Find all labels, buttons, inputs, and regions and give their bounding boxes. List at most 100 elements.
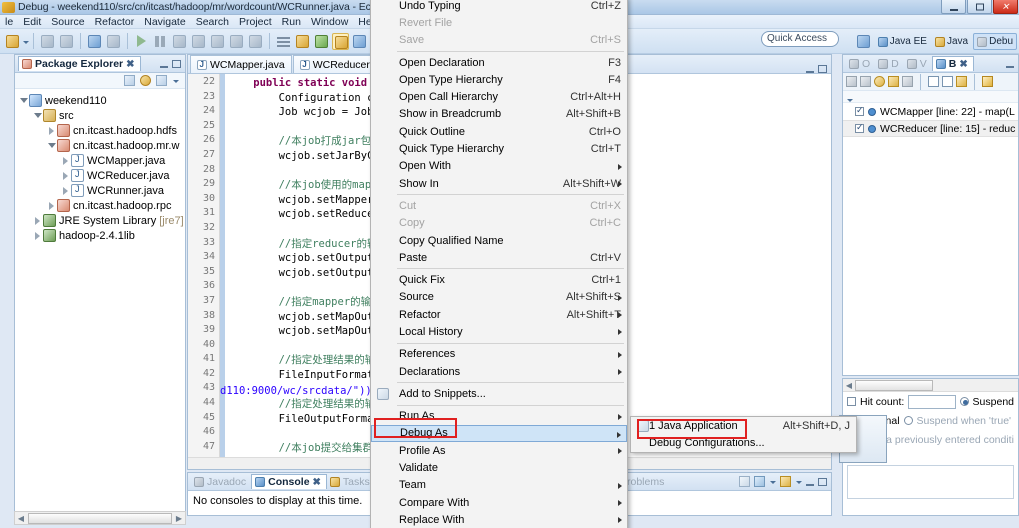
editor-tab-wcmapper[interactable]: WCMapper.java [190, 55, 292, 73]
tree-item-wcreducer[interactable]: WCReducer.java [15, 168, 185, 183]
twisty-closed-icon[interactable] [33, 216, 42, 225]
quick-access-input[interactable]: Quick Access [761, 31, 839, 47]
drop-to-frame-icon[interactable] [247, 33, 264, 50]
twisty-closed-icon[interactable] [47, 126, 56, 135]
twisty-closed-icon[interactable] [61, 186, 70, 195]
new-wizard-icon[interactable] [4, 33, 21, 50]
close-icon[interactable]: ✖ [126, 59, 134, 70]
minimize-view-icon[interactable] [1006, 60, 1014, 68]
run-launch-icon[interactable] [313, 33, 330, 50]
tree-item-jre-library[interactable]: JRE System Library [jre7] [15, 213, 185, 228]
tab-javadoc[interactable]: Javadoc [191, 475, 251, 489]
collapse-all-icon[interactable] [124, 75, 135, 86]
display-icon[interactable] [754, 476, 765, 487]
terminate-icon[interactable] [171, 33, 188, 50]
suspend-radio[interactable] [959, 397, 969, 406]
menu-item-quick-type-hierarchy[interactable]: Quick Type Hierarchy Ctrl+T [371, 140, 627, 157]
menu-item-source[interactable]: Source Alt+Shift+S [371, 289, 627, 306]
tab-breakpoints[interactable]: B ✖ [931, 56, 974, 71]
tree-item-mr-package[interactable]: cn.itcast.hadoop.mr.w [15, 138, 185, 153]
perspective-java-ee[interactable]: Java EE [875, 34, 930, 49]
hit-count-input[interactable] [908, 394, 956, 409]
menu-refactor[interactable]: Refactor [90, 16, 140, 28]
menu-window[interactable]: Window [306, 16, 353, 28]
tree-item-wcrunner[interactable]: WCRunner.java [15, 183, 185, 198]
menu-search[interactable]: Search [191, 16, 234, 28]
menu-project[interactable]: Project [234, 16, 277, 28]
tree-item-rpc-package[interactable]: cn.itcast.hadoop.rpc [15, 198, 185, 213]
step-over-icon[interactable] [209, 33, 226, 50]
tab-package-explorer[interactable]: Package Explorer ✖ [18, 56, 141, 71]
menu-item-refactor[interactable]: Refactor Alt+Shift+T [371, 306, 627, 323]
new-dropdown-arrow[interactable] [22, 33, 29, 50]
tab-tasks[interactable]: Tasks [327, 475, 375, 489]
tab-outline[interactable]: O [846, 57, 875, 71]
menu-item-run-as[interactable]: Run As [371, 408, 627, 425]
view-menu-arrow[interactable] [172, 72, 179, 89]
suspend-when-true-radio[interactable] [903, 416, 913, 425]
open-perspective-icon[interactable] [855, 33, 872, 50]
close-icon[interactable]: ✖ [313, 477, 321, 488]
menu-item-open-declaration[interactable]: Open Declaration F3 [371, 54, 627, 71]
menu-item-undo-typing[interactable]: Undo Typing Ctrl+Z [371, 0, 627, 14]
menu-item-profile-as[interactable]: Profile As [371, 442, 627, 459]
menu-item-replace-with[interactable]: Replace With [371, 511, 627, 528]
menu-item-open-type-hierarchy[interactable]: Open Type Hierarchy F4 [371, 71, 627, 88]
minimize-editor-icon[interactable] [806, 65, 814, 73]
maximize-button[interactable] [967, 0, 992, 14]
debug-launch-icon[interactable] [294, 33, 311, 50]
scroll-left-icon[interactable]: ◀ [843, 381, 855, 390]
tree-item-hdfs-package[interactable]: cn.itcast.hadoop.hdfs [15, 123, 185, 138]
twisty-open-icon[interactable] [47, 141, 56, 150]
save-all-icon[interactable] [58, 33, 75, 50]
go-to-file-icon[interactable] [888, 76, 899, 87]
resume-icon[interactable] [133, 33, 150, 50]
menu-item-compare-with[interactable]: Compare With [371, 494, 627, 511]
menu-run[interactable]: Run [277, 16, 306, 28]
maximize-view-icon[interactable] [172, 59, 181, 68]
display-dropdown-arrow[interactable] [769, 473, 776, 490]
tab-console[interactable]: Console ✖ [251, 474, 327, 489]
menu-item-show-in-breadcrumb[interactable]: Show in Breadcrumb Alt+Shift+B [371, 106, 627, 123]
menu-file[interactable]: le [0, 16, 18, 28]
menu-item-add-to-snippets[interactable]: Add to Snippets... [371, 385, 627, 402]
perspective-java[interactable]: Java [932, 34, 971, 49]
external-tools-icon[interactable] [332, 32, 349, 50]
menu-item-validate[interactable]: Validate [371, 459, 627, 476]
menu-item-open-with[interactable]: Open With [371, 158, 627, 175]
expand-all-icon[interactable] [928, 76, 939, 87]
filter-dropdown-arrow[interactable] [795, 473, 802, 490]
close-button[interactable]: ✕ [993, 0, 1018, 14]
maximize-editor-icon[interactable] [818, 65, 827, 73]
menu-item-local-history[interactable]: Local History [371, 323, 627, 340]
remove-all-breakpoints-icon[interactable] [860, 76, 871, 87]
breakpoint-checkbox[interactable] [855, 122, 864, 133]
menu-item-references[interactable]: References [371, 346, 627, 363]
link-with-debug-icon[interactable] [956, 76, 967, 87]
tree-item-hadoop-lib[interactable]: hadoop-2.4.1lib [15, 228, 185, 243]
twisty-open-icon[interactable] [33, 111, 42, 120]
condition-editor-box[interactable] [847, 465, 1014, 499]
menu-item-paste[interactable]: Paste Ctrl+V [371, 249, 627, 266]
link-with-editor-icon[interactable] [140, 75, 151, 86]
tab-variables[interactable]: V [904, 57, 932, 71]
tree-item-wcmapper[interactable]: WCMapper.java [15, 153, 185, 168]
breakpoint-row-wcreducer[interactable]: WCReducer [line: 15] - reduc [843, 120, 1018, 137]
show-breakpoints-icon[interactable] [874, 76, 885, 87]
maximize-view-icon[interactable] [818, 477, 827, 486]
menu-navigate[interactable]: Navigate [139, 16, 190, 28]
skip-breakpoints-icon[interactable] [105, 33, 122, 50]
breakpoint-checkbox[interactable] [855, 105, 864, 116]
menu-source[interactable]: Source [46, 16, 89, 28]
menu-item-debug-as[interactable]: Debug As [371, 424, 627, 443]
tree-item-src[interactable]: src [15, 108, 185, 123]
twisty-open-icon[interactable] [19, 96, 28, 105]
breakpoint-row-wcmapper[interactable]: WCMapper [line: 22] - map(L [843, 103, 1018, 120]
scroll-left-icon[interactable]: ◀ [15, 514, 27, 523]
add-exception-breakpoint-icon[interactable] [982, 76, 993, 87]
menu-edit[interactable]: Edit [18, 16, 46, 28]
scroll-thumb[interactable] [28, 512, 172, 524]
menu-item-show-in[interactable]: Show In Alt+Shift+W [371, 175, 627, 192]
minimize-view-icon[interactable] [806, 478, 814, 486]
menu-item-quick-fix[interactable]: Quick Fix Ctrl+1 [371, 271, 627, 288]
